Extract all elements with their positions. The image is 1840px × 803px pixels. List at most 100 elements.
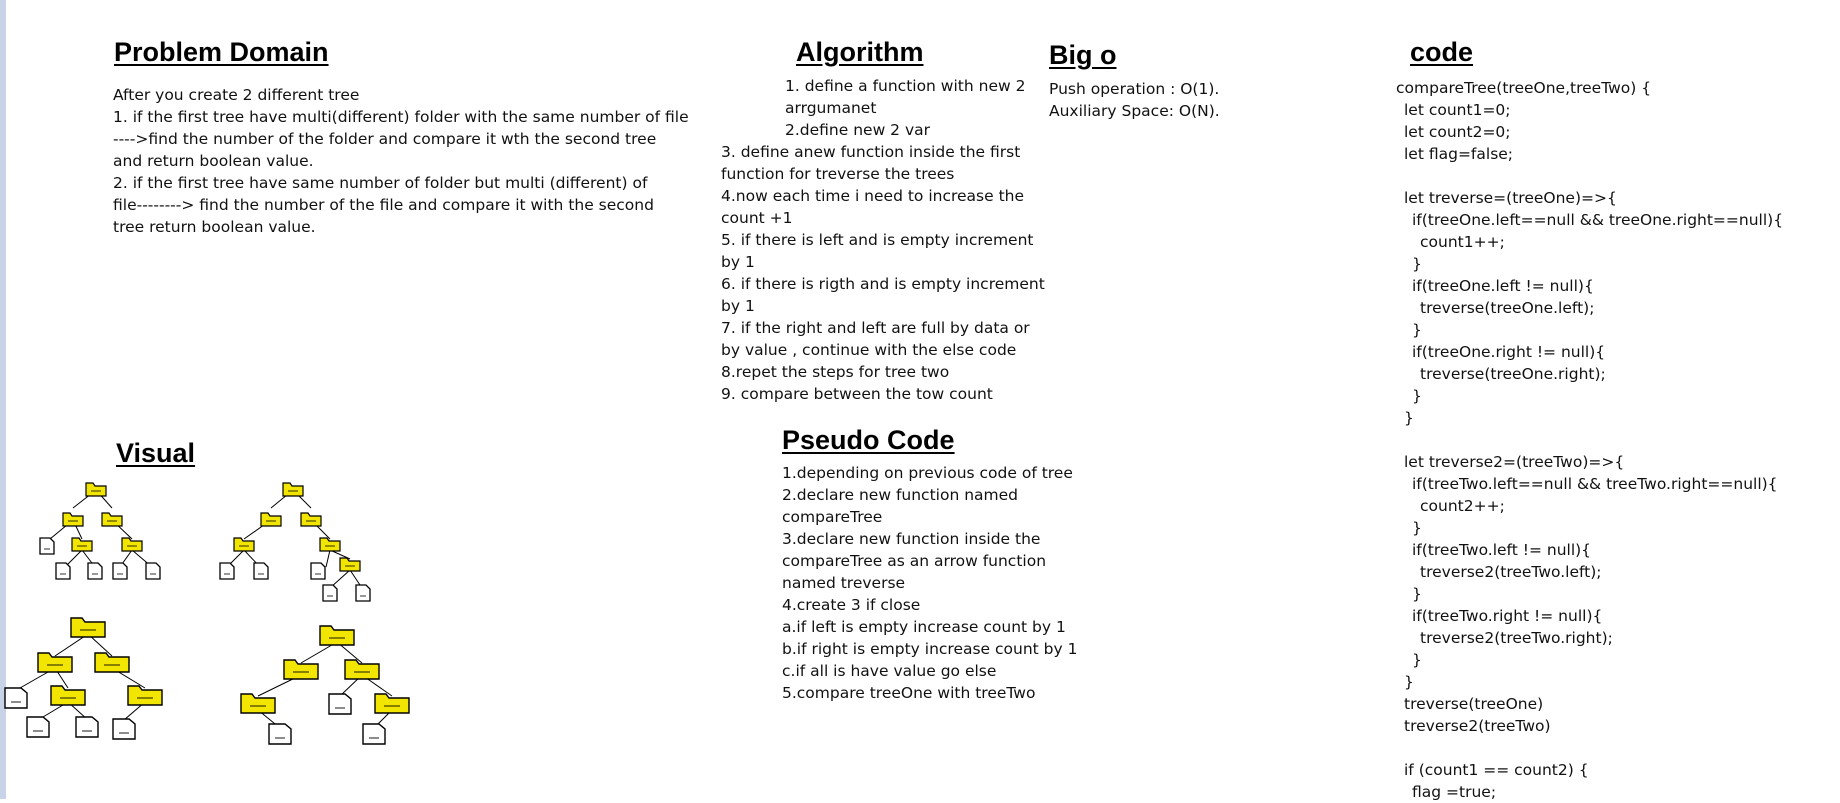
file-icon (112, 562, 128, 580)
algorithm-line: count +1 (721, 209, 793, 227)
file-icon (362, 723, 386, 745)
problem-domain-line: 2. if the first tree have same number of… (113, 174, 648, 192)
algorithm-line: 8.repet the steps for tree two (721, 363, 950, 381)
code-line: if(treeTwo.right != null){ (1412, 607, 1603, 625)
code-line: if(treeOne.left==null && treeOne.right==… (1412, 211, 1784, 229)
code-line: } (1404, 673, 1414, 691)
code-line: treverse(treeOne.left); (1420, 299, 1595, 317)
problem-domain-line: 1. if the first tree have multi(differen… (113, 108, 689, 126)
file-icon (268, 723, 292, 745)
folder-icon (319, 625, 355, 646)
file-icon (4, 687, 28, 709)
file-icon (328, 693, 352, 715)
tree-diagram-3 (19, 633, 146, 721)
file-icon (39, 537, 55, 555)
code-line: treverse(treeOne.right); (1420, 365, 1606, 383)
file-icon (219, 562, 235, 580)
code-line: let flag=false; (1404, 145, 1514, 163)
pseudo-code-text: 1.depending on previous code of tree 2.d… (782, 462, 1077, 704)
folder-icon (260, 512, 282, 527)
code-line: let treverse=(treeOne)=>{ (1404, 189, 1617, 207)
folder-icon (62, 512, 84, 527)
code-line: } (1412, 321, 1422, 339)
tree-diagram-2 (226, 489, 363, 589)
code-line: count1++; (1420, 233, 1505, 251)
code-line: } (1412, 387, 1422, 405)
folder-icon (71, 537, 93, 552)
tree-diagram-4 (257, 641, 393, 729)
code-line: treverse(treeOne) (1404, 695, 1544, 713)
algorithm-heading: Algorithm (796, 37, 924, 67)
code-line: if (count1 == count2) { (1404, 761, 1589, 779)
code-line: } (1404, 409, 1414, 427)
pseudo-code-line: c.if all is have value go else (782, 662, 997, 680)
code-line: treverse2(treeTwo.right); (1420, 629, 1613, 647)
algorithm-line: 2.define new 2 var (785, 121, 931, 139)
pseudo-code-line: b.if right is empty increase count by 1 (782, 640, 1078, 658)
algorithm-line: by value , continue with the else code (721, 341, 1017, 359)
algorithm-line: 5. if there is left and is empty increme… (721, 231, 1034, 249)
algorithm-line: 4.now each time i need to increase the (721, 187, 1025, 205)
folder-icon (233, 537, 255, 552)
code-line: let count1=0; (1404, 101, 1511, 119)
folder-icon (127, 685, 163, 706)
code-line: let count2=0; (1404, 123, 1511, 141)
file-icon (355, 584, 371, 602)
problem-domain-text: After you create 2 different tree 1. if … (113, 84, 689, 238)
pseudo-code-heading: Pseudo Code (782, 425, 955, 455)
file-icon (112, 718, 136, 740)
pseudo-code-line: named treverse (782, 574, 906, 592)
algorithm-line: 6. if there is rigth and is empty increm… (721, 275, 1045, 293)
code-line: flag =true; (1412, 783, 1497, 801)
folder-icon (319, 537, 341, 552)
problem-domain-heading: Problem Domain (114, 37, 329, 67)
code-line: let treverse2=(treeTwo)=>{ (1404, 453, 1625, 471)
tree-diagram-1 (49, 489, 153, 568)
big-o-heading: Big o (1049, 40, 1117, 70)
folder-icon (70, 617, 106, 638)
folder-icon (300, 512, 322, 527)
visual-heading: Visual (116, 438, 196, 468)
algorithm-line: 1. define a function with new 2 (785, 77, 1026, 95)
problem-domain-line: After you create 2 different tree (113, 86, 360, 104)
problem-domain-line: file--------> find the number of the fil… (113, 196, 654, 214)
file-icon (145, 562, 161, 580)
algorithm-line: by 1 (721, 253, 755, 271)
algorithm-line: by 1 (721, 297, 755, 315)
big-o-text: Push operation : O(1). Auxiliary Space: … (1049, 78, 1220, 122)
folder-icon (121, 537, 143, 552)
pseudo-code-line: 2.declare new function named (782, 486, 1018, 504)
code-line: count2++; (1420, 497, 1505, 515)
problem-domain-line: tree return boolean value. (113, 218, 316, 236)
file-icon (26, 716, 50, 738)
file-icon (75, 716, 99, 738)
pseudo-code-line: 5.compare treeOne with treeTwo (782, 684, 1036, 702)
folder-icon (50, 685, 86, 706)
code-line: if(treeOne.left != null){ (1412, 277, 1594, 295)
file-icon (310, 562, 326, 580)
folder-icon (101, 512, 123, 527)
code-line: } (1412, 255, 1422, 273)
algorithm-line: arrgumanet (785, 99, 877, 117)
algorithm-line: function for treverse the trees (721, 165, 955, 183)
folder-icon (339, 557, 361, 572)
pseudo-code-line: compareTree (782, 508, 883, 526)
folder-icon (282, 482, 304, 497)
code-line: if(treeTwo.left==null && treeTwo.right==… (1412, 475, 1778, 493)
code-line: if(treeTwo.left != null){ (1412, 541, 1592, 559)
code-heading: code (1410, 37, 1474, 67)
big-o-line: Push operation : O(1). (1049, 80, 1220, 98)
algorithm-text: 1. define a function with new 2 arrguman… (721, 75, 1045, 405)
file-icon (55, 562, 71, 580)
algorithm-line: 9. compare between the tow count (721, 385, 993, 403)
pseudo-code-line: 3.declare new function inside the (782, 530, 1041, 548)
big-o-line: Auxiliary Space: O(N). (1049, 102, 1220, 120)
pseudo-code-line: 1.depending on previous code of tree (782, 464, 1073, 482)
code-line: treverse2(treeTwo) (1404, 717, 1551, 735)
code-line: } (1412, 585, 1422, 603)
code-text: compareTree(treeOne,treeTwo) { let count… (1396, 77, 1783, 803)
folder-icon (374, 693, 410, 714)
